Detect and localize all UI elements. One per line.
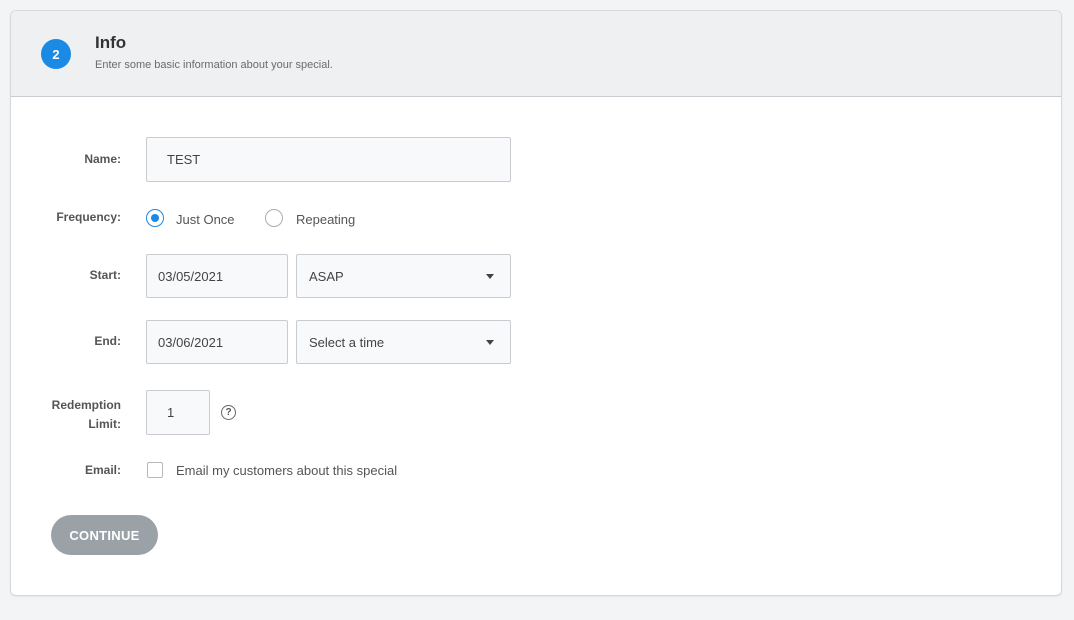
card-header: 2 Info Enter some basic information abou… <box>11 11 1061 97</box>
section-title: Info <box>95 33 127 52</box>
redemption-limit-input[interactable]: 1 <box>146 390 210 435</box>
end-time-placeholder: Select a time <box>309 334 385 350</box>
radio-selected-dot <box>151 214 159 222</box>
email-label: Email: <box>84 463 121 477</box>
start-time-select[interactable]: ASAP <box>296 254 511 298</box>
radio-repeating[interactable] <box>265 209 283 227</box>
name-input[interactable]: TEST <box>146 137 511 182</box>
radio-just-once[interactable] <box>146 209 164 227</box>
start-time-value: ASAP <box>309 268 344 284</box>
question-circle-icon[interactable]: ? <box>221 405 236 420</box>
start-date-input[interactable]: 03/05/2021 <box>146 254 288 298</box>
end-label: End: <box>94 334 121 348</box>
start-label: Start: <box>89 268 121 282</box>
special-info-card: 2 Info Enter some basic information abou… <box>10 10 1062 596</box>
redemption-limit-label-line2: Limit: <box>88 417 121 431</box>
frequency-label: Frequency: <box>56 210 121 224</box>
name-label: Name: <box>84 152 121 166</box>
section-subtitle: Enter some basic information about your … <box>95 59 333 71</box>
end-date-input[interactable]: 03/06/2021 <box>146 320 288 364</box>
redemption-limit-label-line1: Redemption <box>51 398 121 412</box>
chevron-down-icon <box>486 340 494 345</box>
radio-repeating-label[interactable]: Repeating <box>296 212 355 227</box>
email-customers-checkbox-label[interactable]: Email my customers about this special <box>176 463 397 478</box>
end-time-select[interactable]: Select a time <box>296 320 511 364</box>
continue-button[interactable]: CONTINUE <box>51 515 158 555</box>
radio-just-once-label[interactable]: Just Once <box>176 212 235 227</box>
chevron-down-icon <box>486 274 494 279</box>
redemption-limit-label: Redemption Limit: <box>11 396 121 434</box>
step-number-badge: 2 <box>41 39 71 69</box>
email-customers-checkbox[interactable] <box>147 462 163 478</box>
